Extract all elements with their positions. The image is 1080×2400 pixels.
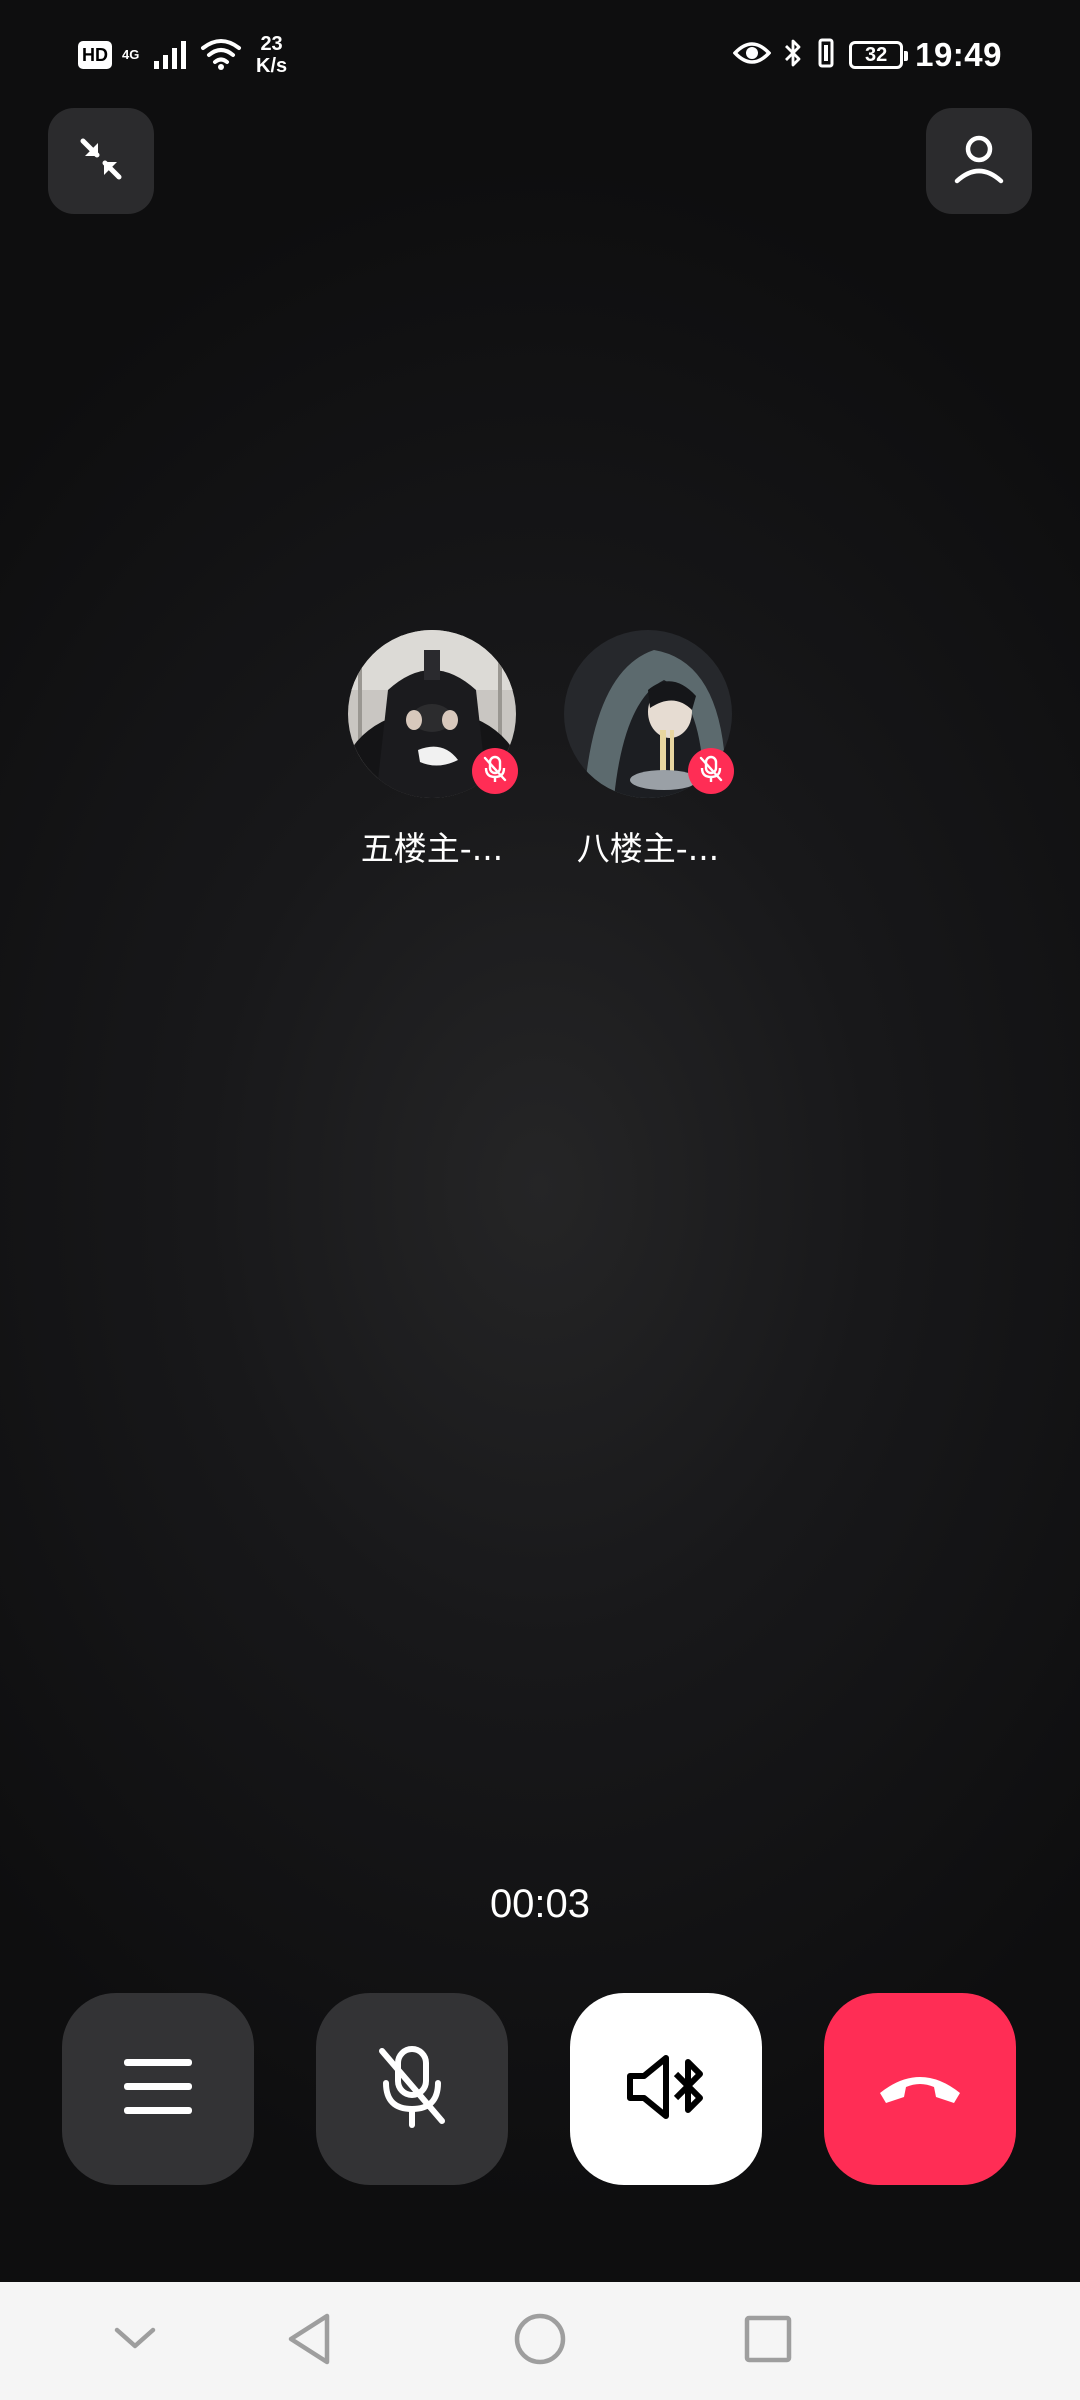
eye-icon: [732, 39, 772, 72]
hang-up-button[interactable]: [824, 1993, 1016, 2185]
recents-square-icon: [742, 2313, 794, 2370]
nav-back-button[interactable]: [276, 2308, 342, 2374]
speed-unit: K/s: [256, 55, 288, 77]
network-speed: 23 K/s: [256, 33, 287, 77]
vibrate-icon: [815, 37, 837, 74]
participants-button[interactable]: [926, 108, 1032, 214]
hang-up-icon: [874, 2067, 966, 2112]
wifi-icon: [200, 36, 242, 75]
speed-value: 23: [260, 33, 283, 55]
participant-name: 八楼主-...: [576, 829, 720, 868]
hd-badge: HD: [78, 41, 112, 69]
call-controls: [62, 1993, 1018, 2185]
collapse-arrows-icon: [75, 133, 127, 190]
menu-icon: [122, 2057, 194, 2122]
nav-home-button[interactable]: [507, 2308, 573, 2374]
muted-badge: [688, 748, 734, 794]
battery-level: 32: [864, 44, 888, 66]
network-type: 4G: [122, 47, 140, 62]
speaker-bluetooth-icon: [624, 2052, 708, 2127]
status-bar: HD 4G 23 K/s 32 19:49: [0, 0, 1080, 110]
mic-off-icon: [481, 754, 509, 789]
mute-button[interactable]: [316, 1993, 508, 2185]
person-icon: [951, 131, 1007, 192]
mic-off-icon: [697, 754, 725, 789]
chevron-down-icon: [113, 2326, 157, 2357]
system-nav-bar: [0, 2282, 1080, 2400]
back-triangle-icon: [285, 2312, 333, 2371]
call-screen: [0, 0, 1080, 2282]
call-duration: 00:03: [489, 1882, 591, 1926]
mic-off-icon: [372, 2043, 452, 2136]
minimize-call-button[interactable]: [48, 108, 154, 214]
participant-list: 五楼主-... 八楼主-...: [0, 630, 1080, 870]
participant-item[interactable]: 五楼主-...: [348, 630, 518, 870]
bluetooth-icon: [783, 37, 803, 74]
muted-badge: [472, 748, 518, 794]
nav-collapse-button[interactable]: [102, 2308, 168, 2374]
participant-name: 五楼主-...: [360, 829, 504, 868]
speaker-button[interactable]: [570, 1993, 762, 2185]
participant-item[interactable]: 八楼主-...: [564, 630, 734, 870]
more-options-button[interactable]: [62, 1993, 254, 2185]
battery-indicator: 32: [849, 41, 909, 69]
nav-recents-button[interactable]: [735, 2308, 801, 2374]
signal-icon: [152, 37, 190, 74]
clock: 19:49: [915, 36, 1002, 73]
home-circle-icon: [512, 2311, 568, 2372]
